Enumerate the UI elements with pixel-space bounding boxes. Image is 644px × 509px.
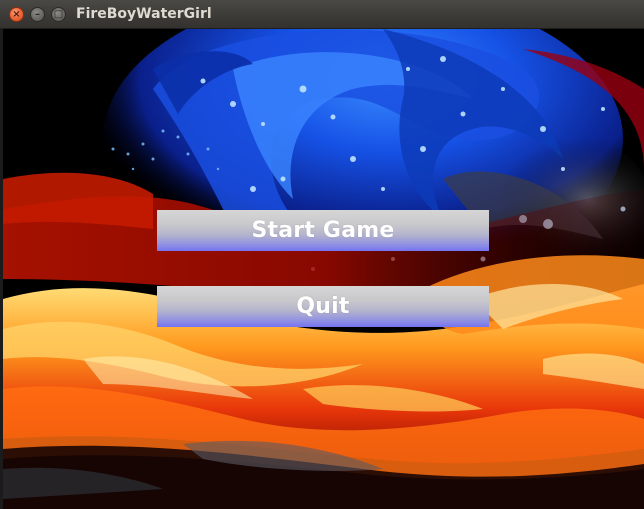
maximize-icon[interactable]: □ <box>51 7 66 22</box>
app-window: × – □ FireBoyWaterGirl Start Game Quit <box>0 0 644 509</box>
minimize-icon[interactable]: – <box>30 7 45 22</box>
start-game-button[interactable]: Start Game <box>157 210 489 251</box>
quit-button[interactable]: Quit <box>157 286 489 327</box>
window-title: FireBoyWaterGirl <box>76 6 212 22</box>
game-canvas: Start Game Quit <box>3 29 644 509</box>
close-icon[interactable]: × <box>9 7 24 22</box>
title-bar[interactable]: × – □ FireBoyWaterGirl <box>0 0 644 29</box>
fire-water-background <box>3 29 644 509</box>
